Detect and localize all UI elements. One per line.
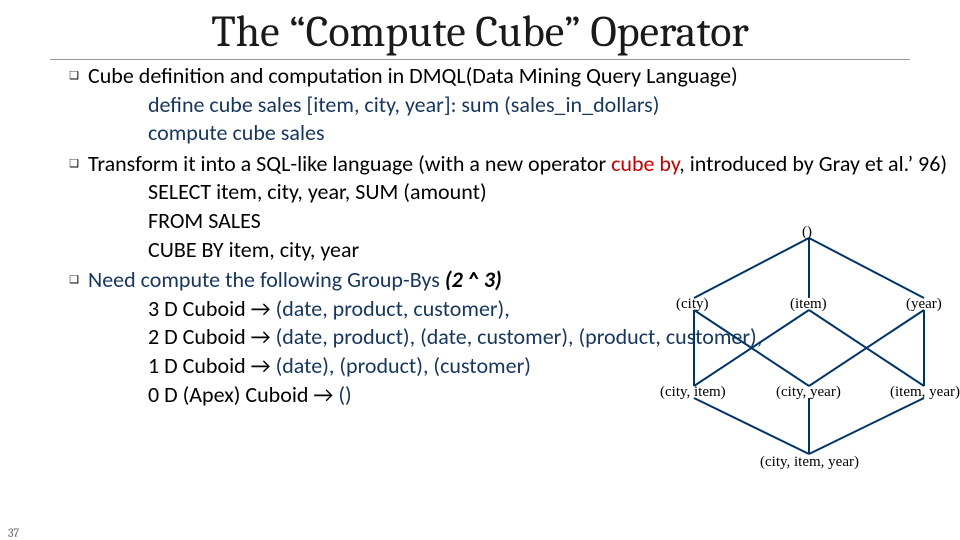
- bullet-2: ❑ Transform it into a SQL-like language …: [60, 150, 950, 179]
- b1-ctx: Data Mining Query Language: [472, 62, 731, 89]
- bullet-1: ❑ Cube definition and computation in DMQ…: [60, 62, 950, 91]
- lattice-node-iy: (item, year): [890, 384, 960, 401]
- lattice-node-city: (city): [676, 296, 708, 313]
- square-bullet-icon: ❑: [60, 150, 88, 178]
- lattice-node-year: (year): [906, 296, 942, 313]
- b3-row4-lead: 0 D (Apex) Cuboid →: [148, 381, 338, 408]
- b1-tail: ): [731, 62, 738, 89]
- square-bullet-icon: ❑: [60, 62, 88, 90]
- b3-row4-tail: (): [338, 381, 351, 408]
- b3-calc: (2 ^ 3): [445, 266, 502, 293]
- b3-row1-lead: 3 D Cuboid →: [148, 295, 276, 322]
- divider: [50, 59, 910, 60]
- b2-a: Transform it into a SQL-like language (w…: [88, 150, 611, 177]
- lattice-node-ci: (city, item): [660, 384, 726, 401]
- lattice-node-cy: (city, year): [776, 384, 841, 401]
- lattice-lines-icon: [664, 224, 954, 476]
- page-title: The “Compute Cube” Operator: [0, 6, 960, 57]
- slide-number: 37: [8, 526, 19, 540]
- lattice-node-bottom: (city, item, year): [760, 454, 859, 471]
- lattice-node-item: (item): [790, 296, 827, 313]
- b1-lead: Cube definition and computation in DMQL(: [88, 62, 472, 89]
- lattice-node-apex: (): [802, 224, 812, 241]
- b1-sub2: compute cube sales: [148, 119, 950, 148]
- b1-sub1: define cube sales [item, city, year]: su…: [148, 91, 950, 120]
- b3-row3-tail: (date), (product), (customer): [276, 352, 531, 379]
- bullet-3-text: Need compute the following Group-Bys (2 …: [88, 266, 502, 295]
- b3-text: Need compute the following Group-Bys: [88, 266, 445, 293]
- b2-b: , introduced by Gray et al.’ 96): [679, 150, 947, 177]
- b2-operator: cube by: [611, 150, 679, 177]
- bullet-2-text: Transform it into a SQL-like language (w…: [88, 150, 947, 179]
- cube-lattice-diagram: () (city) (item) (year) (city, item) (ci…: [664, 224, 954, 476]
- bullet-1-text: Cube definition and computation in DMQL(…: [88, 62, 738, 91]
- b3-row2-lead: 2 D Cuboid →: [148, 323, 276, 350]
- b3-row3-lead: 1 D Cuboid →: [148, 352, 276, 379]
- b2-sub1: SELECT item, city, year, SUM (amount): [148, 178, 950, 207]
- b3-row1-tail: (date, product, customer),: [276, 295, 510, 322]
- square-bullet-icon: ❑: [60, 266, 88, 294]
